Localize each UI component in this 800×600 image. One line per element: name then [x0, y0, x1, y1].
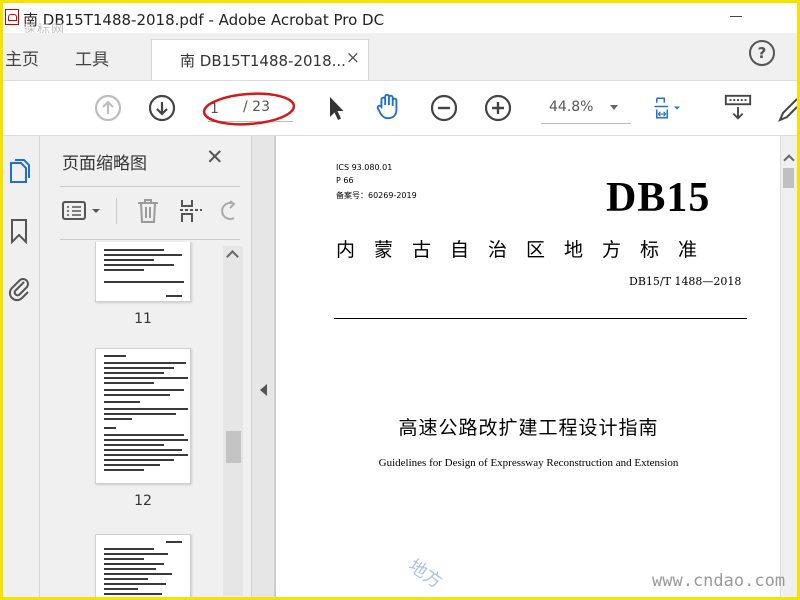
- page-thumbnails-icon[interactable]: [7, 158, 31, 184]
- thumbnail-page-number: 12: [134, 493, 152, 509]
- record-number: 备案号：60269-2019: [336, 191, 417, 200]
- left-tool-rail: [3, 136, 40, 597]
- insert-page-icon[interactable]: [178, 198, 204, 224]
- keyboard-scroll-icon[interactable]: [723, 93, 753, 123]
- collapse-arrow-icon[interactable]: [260, 384, 267, 396]
- zoom-in-icon[interactable]: [483, 93, 513, 123]
- scrollbar-thumb[interactable]: [226, 431, 241, 463]
- thumbnail-page-number: 11: [134, 311, 152, 327]
- standard-logo: DB15: [606, 175, 711, 221]
- zoom-out-icon[interactable]: [429, 93, 459, 123]
- zoom-field-underline: [541, 123, 631, 124]
- delete-page-icon[interactable]: [136, 198, 160, 224]
- attachment-icon[interactable]: [7, 274, 31, 302]
- scroll-up-arrow-icon[interactable]: [226, 250, 239, 263]
- region-standard-heading: 内蒙古自治区地方标准: [336, 239, 717, 261]
- nav-home-tab[interactable]: 主页: [5, 45, 39, 70]
- document-title-en: Guidelines for Design of Expressway Reco…: [378, 457, 679, 469]
- zoom-value[interactable]: 44.8%: [549, 99, 593, 115]
- document-scrollbar[interactable]: [780, 136, 797, 597]
- nav-bar: 主页 工具 南 DB15T1488-2018... × ?: [3, 33, 797, 81]
- rotate-page-icon[interactable]: [218, 200, 238, 224]
- standard-code: DB15/T 1488—2018: [629, 275, 742, 288]
- panel-close-icon[interactable]: ✕: [206, 145, 224, 169]
- thumbnails-panel: 页面缩略图 ✕ 11 12: [40, 136, 252, 597]
- zoom-dropdown-caret-icon[interactable]: [610, 105, 618, 110]
- scrollbar-thumb[interactable]: [783, 168, 794, 188]
- panel-divider: [60, 239, 240, 240]
- scroll-up-arrow-icon[interactable]: [783, 154, 795, 166]
- ics-code: ICS 93.080.01: [336, 163, 393, 172]
- watermark-site-text: www.cndao.com: [652, 571, 786, 591]
- hand-tool-icon[interactable]: [373, 91, 403, 121]
- page-thumbnail[interactable]: [95, 348, 191, 484]
- minimize-button[interactable]: [730, 16, 742, 17]
- thumbnail-list: 11 12: [40, 242, 220, 597]
- panel-collapse-handle[interactable]: [252, 136, 275, 597]
- document-tab-close-button[interactable]: ×: [346, 48, 360, 68]
- acrobat-app-icon: [5, 9, 19, 25]
- panel-tool-divider: [116, 198, 117, 224]
- document-tab-label: 南 DB15T1488-2018...: [180, 52, 346, 70]
- previous-page-icon[interactable]: [93, 93, 123, 123]
- document-tab[interactable]: 南 DB15T1488-2018... ×: [151, 39, 369, 81]
- thumbnail-scrollbar[interactable]: [223, 246, 243, 596]
- pdf-page: ICS 93.080.01 P 66 备案号：60269-2019 DB15 内…: [275, 136, 780, 597]
- nav-tools-tab[interactable]: 工具: [75, 45, 109, 70]
- classification-code: P 66: [336, 176, 354, 185]
- thumbnail-options-icon[interactable]: [62, 200, 106, 222]
- panel-title: 页面缩略图: [62, 154, 147, 174]
- next-page-icon[interactable]: [147, 93, 177, 123]
- title-bar: 南 DB15T1488-2018.pdf - Adobe Acrobat Pro…: [3, 3, 797, 38]
- document-view: ICS 93.080.01 P 66 备案号：60269-2019 DB15 内…: [252, 136, 797, 597]
- bookmark-icon[interactable]: [9, 218, 29, 244]
- help-icon[interactable]: ?: [749, 40, 775, 66]
- panel-divider: [60, 186, 240, 187]
- page-thumbnail[interactable]: [95, 534, 191, 597]
- header-rule: [334, 318, 747, 319]
- select-tool-icon[interactable]: [321, 93, 351, 123]
- panel-toolbar: [60, 196, 250, 226]
- window-title: 南 DB15T1488-2018.pdf - Adobe Acrobat Pro…: [23, 11, 385, 29]
- document-title-cn: 高速公路改扩建工程设计指南: [398, 417, 659, 439]
- red-highlight-ellipse: [202, 92, 296, 126]
- pen-tool-icon[interactable]: [777, 93, 797, 123]
- main-toolbar: / 23 44.8%: [3, 80, 797, 136]
- page-thumbnail[interactable]: [95, 242, 191, 302]
- fit-page-icon[interactable]: [653, 93, 683, 123]
